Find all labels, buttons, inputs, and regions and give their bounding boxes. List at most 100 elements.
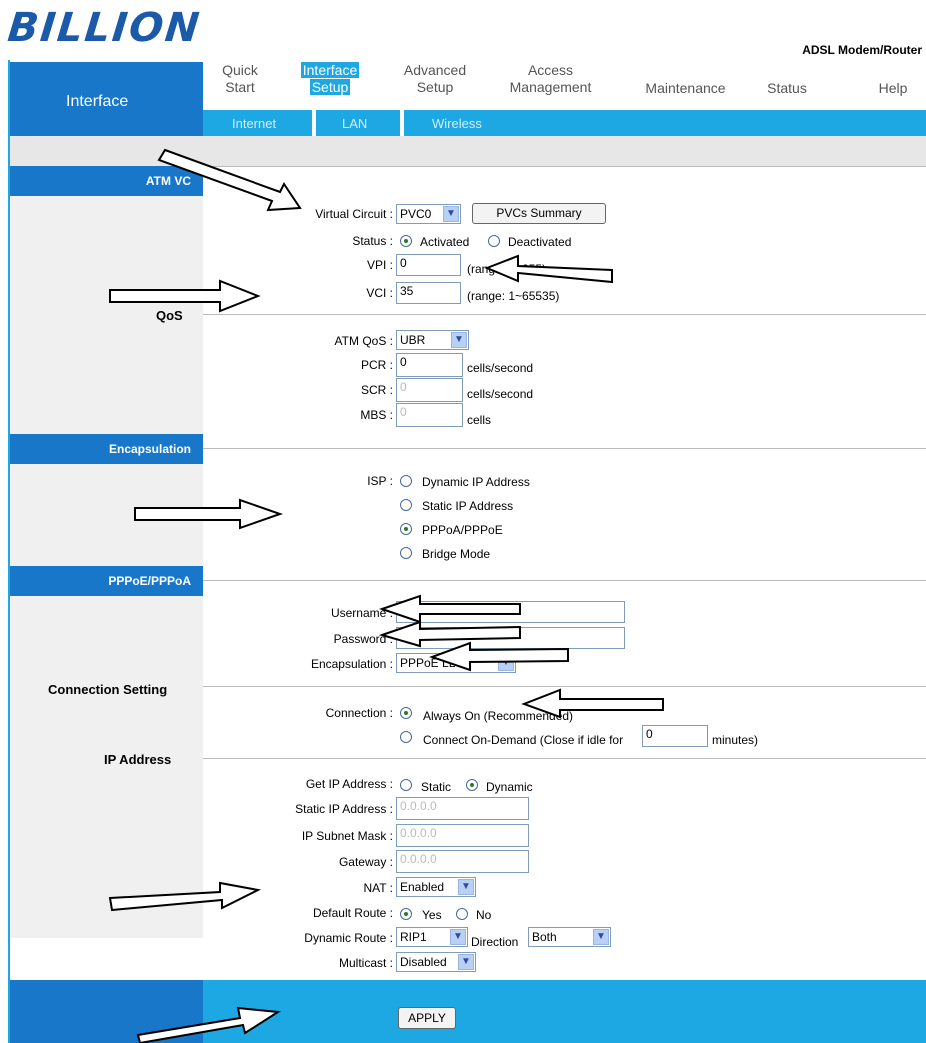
vci-input[interactable]: 35 <box>396 282 461 304</box>
footer-bar <box>203 980 926 1043</box>
menu-interface-setup[interactable]: Interface Setup <box>295 62 365 96</box>
default-route-yes-label: Yes <box>422 908 442 922</box>
static-ip-label: Static IP Address : <box>295 802 393 816</box>
menu-label: Setup <box>309 79 351 95</box>
chevron-down-icon: ▼ <box>458 879 474 895</box>
username-label: Username : <box>330 606 393 620</box>
divider <box>203 448 926 449</box>
chevron-down-icon: ▼ <box>593 929 609 945</box>
direction-select[interactable]: Both ▼ <box>528 927 611 947</box>
isp-bridge-radio[interactable] <box>400 547 412 559</box>
menu-status[interactable]: Status <box>757 80 817 97</box>
menu-label: Setup <box>416 79 454 95</box>
pcr-unit: cells/second <box>467 361 534 375</box>
default-route-no-radio[interactable] <box>456 908 468 920</box>
menu-advanced-setup[interactable]: Advanced Setup <box>395 62 475 96</box>
static-ip-input[interactable]: 0.0.0.0 <box>396 797 529 820</box>
isp-label: ISP : <box>367 474 393 488</box>
gateway-label: Gateway : <box>338 855 393 869</box>
select-value: Enabled <box>400 880 445 894</box>
select-value: RIP1 <box>400 930 427 944</box>
status-activated-label: Activated <box>420 235 470 249</box>
chevron-down-icon: ▼ <box>498 655 514 671</box>
submenu-internet[interactable]: Internet <box>232 116 276 131</box>
vpi-range: (range: 0~255) <box>467 262 547 276</box>
footer-left <box>10 980 203 1043</box>
select-value: Both <box>532 930 557 944</box>
submenu-lan[interactable]: LAN <box>342 116 367 131</box>
vpi-input[interactable]: 0 <box>396 254 461 276</box>
mbs-input[interactable]: 0 <box>396 403 463 427</box>
connection-always-on-radio[interactable] <box>400 707 412 719</box>
isp-dynamic-radio[interactable] <box>400 475 412 487</box>
menu-label: Maintenance <box>645 80 726 96</box>
idle-minutes-input[interactable]: 0 <box>642 725 708 747</box>
get-ip-label: Get IP Address : <box>305 777 393 791</box>
nat-label: NAT : <box>363 881 393 895</box>
section-ip-address: IP Address <box>104 752 172 767</box>
section-connection-setting: Connection Setting <box>48 682 168 697</box>
connection-label: Connection : <box>325 706 393 720</box>
dynamic-route-select[interactable]: RIP1 ▼ <box>396 927 468 947</box>
multicast-label: Multicast : <box>338 956 393 970</box>
status-activated-radio[interactable] <box>400 235 412 247</box>
encapsulation-select[interactable]: PPPoE LLC ▼ <box>396 653 516 673</box>
gateway-input[interactable]: 0.0.0.0 <box>396 850 529 873</box>
menu-label: Advanced <box>403 62 467 78</box>
apply-button[interactable]: APPLY <box>398 1007 456 1029</box>
menu-label: Help <box>878 80 908 96</box>
select-value: UBR <box>400 333 426 347</box>
connection-on-demand-label: Connect On-Demand (Close if idle for <box>423 733 624 747</box>
menu-access-management[interactable]: Access Management <box>488 62 613 96</box>
atm-qos-select[interactable]: UBR ▼ <box>396 330 469 350</box>
pcr-input[interactable]: 0 <box>396 353 463 377</box>
submenu-separator <box>400 110 404 136</box>
username-input[interactable] <box>396 601 625 623</box>
isp-dynamic-label: Dynamic IP Address <box>422 475 530 489</box>
scr-input[interactable]: 0 <box>396 378 463 402</box>
select-value: PPPoE LLC <box>400 656 465 670</box>
menu-maintenance[interactable]: Maintenance <box>633 80 738 97</box>
isp-pppoe-label: PPPoA/PPPoE <box>422 523 503 537</box>
divider <box>203 580 926 581</box>
subnet-label: IP Subnet Mask : <box>301 829 393 843</box>
scr-unit: cells/second <box>467 387 534 401</box>
menu-label: Start <box>225 79 255 95</box>
default-route-yes-radio[interactable] <box>400 908 412 920</box>
section-title: Interface <box>66 93 129 110</box>
password-input[interactable] <box>396 627 625 649</box>
atm-qos-label: ATM QoS : <box>334 334 393 348</box>
get-ip-static-radio[interactable] <box>400 779 412 791</box>
divider <box>203 314 926 315</box>
menu-label: Status <box>767 80 807 96</box>
submenu-wireless[interactable]: Wireless <box>432 116 482 131</box>
select-value: PVC0 <box>400 207 432 221</box>
menu-help[interactable]: Help <box>868 80 918 97</box>
status-deactivated-radio[interactable] <box>488 235 500 247</box>
menu-quick-start[interactable]: Quick Start <box>210 62 270 96</box>
pvcs-summary-button[interactable]: PVCs Summary <box>472 203 606 224</box>
chevron-down-icon: ▼ <box>450 929 466 945</box>
section-pppoe: PPPoE/PPPoA <box>10 566 203 596</box>
header-spacer <box>203 136 926 166</box>
nat-select[interactable]: Enabled ▼ <box>396 877 476 897</box>
chevron-down-icon: ▼ <box>443 206 459 222</box>
scr-label: SCR : <box>360 383 393 397</box>
isp-pppoe-radio[interactable] <box>400 523 412 535</box>
isp-static-label: Static IP Address <box>422 499 514 513</box>
get-ip-dynamic-radio[interactable] <box>466 779 478 791</box>
submenu-separator <box>312 110 316 136</box>
multicast-select[interactable]: Disabled ▼ <box>396 952 476 972</box>
get-ip-dynamic-label: Dynamic <box>486 780 533 794</box>
header-spacer-left <box>10 136 203 166</box>
virtual-circuit-select[interactable]: PVC0 ▼ <box>396 204 461 224</box>
isp-bridge-label: Bridge Mode <box>422 547 491 561</box>
menu-label: Management <box>509 79 592 95</box>
subnet-input[interactable]: 0.0.0.0 <box>396 824 529 847</box>
isp-static-radio[interactable] <box>400 499 412 511</box>
get-ip-static-label: Static <box>421 780 452 794</box>
connection-on-demand-radio[interactable] <box>400 731 412 743</box>
default-route-no-label: No <box>476 908 492 922</box>
section-qos: QoS <box>156 308 183 323</box>
section-encapsulation: Encapsulation <box>10 434 203 464</box>
